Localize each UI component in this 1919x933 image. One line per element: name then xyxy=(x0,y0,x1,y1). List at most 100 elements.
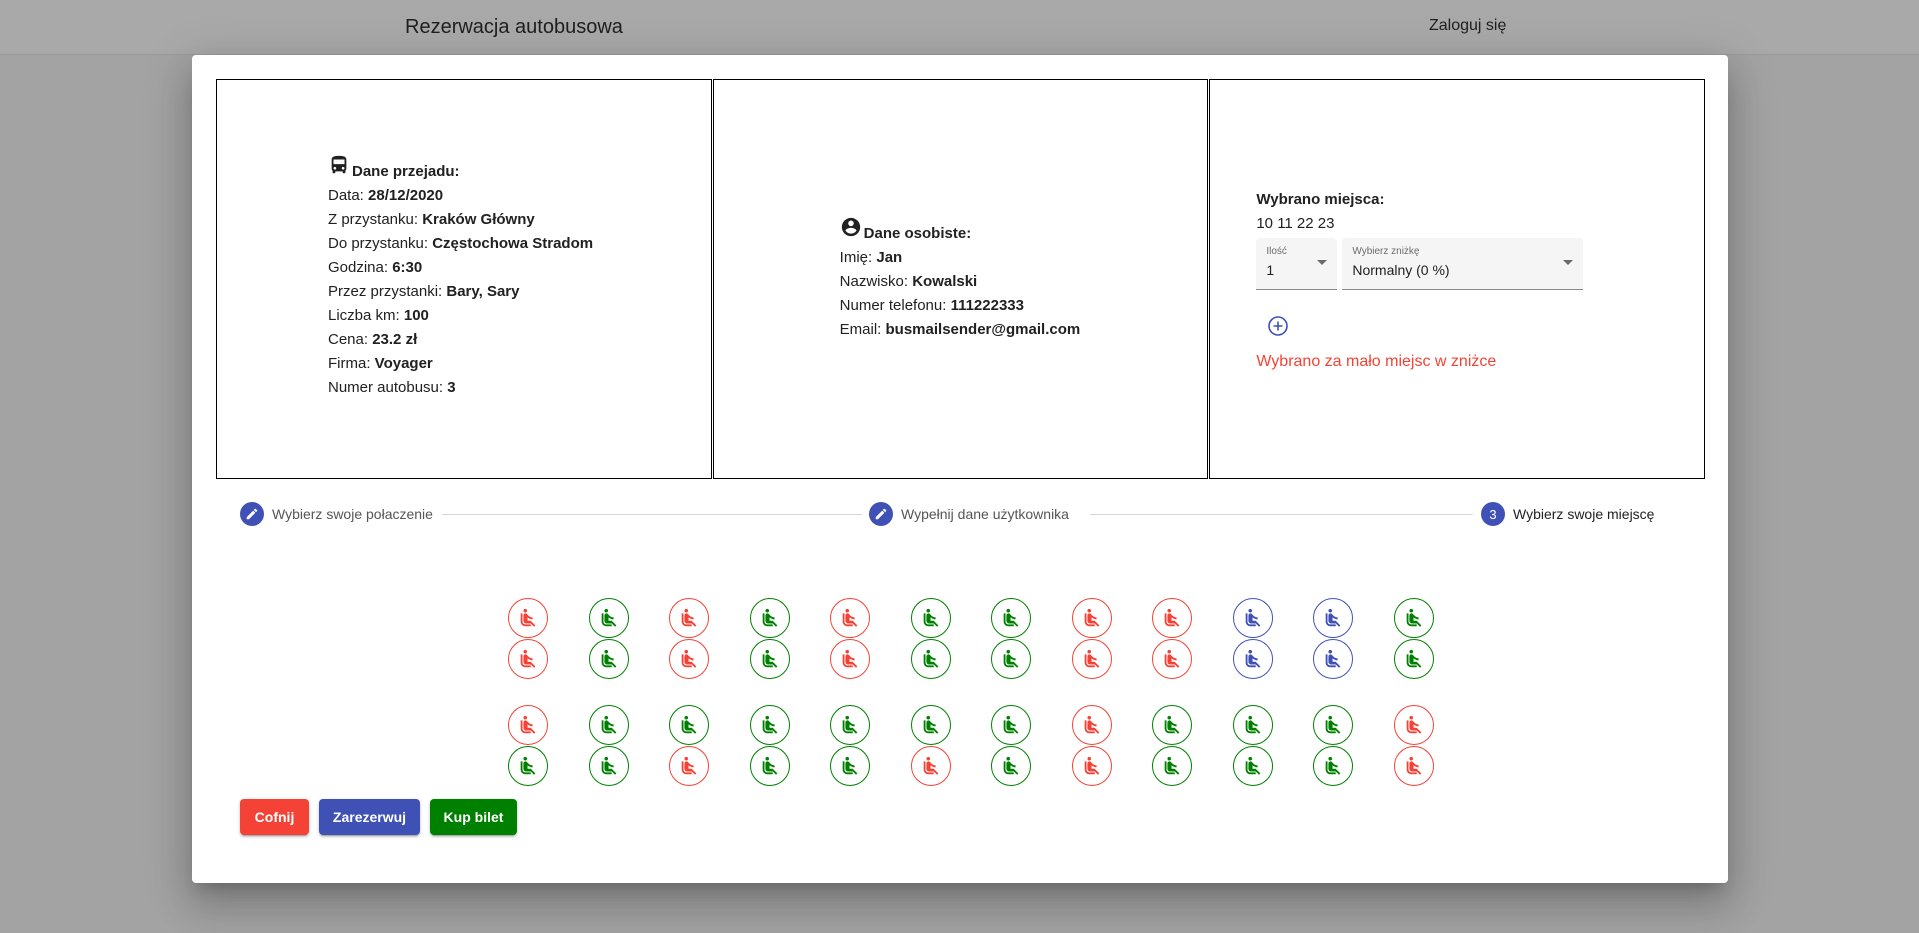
seat-icon xyxy=(1322,648,1344,670)
seat-free[interactable] xyxy=(1313,746,1353,786)
seat-taken[interactable] xyxy=(1071,705,1112,745)
reserve-button[interactable]: Zarezerwuj xyxy=(319,799,420,835)
stepper-connector xyxy=(1090,514,1473,515)
discount-label: Wybierz zniżkę xyxy=(1352,246,1420,257)
seat-free[interactable] xyxy=(910,639,951,679)
trip-row-value: 23.2 zł xyxy=(372,331,418,348)
seat-icon xyxy=(1403,755,1425,777)
seat-free[interactable] xyxy=(1152,746,1192,786)
seat-icon xyxy=(1242,755,1264,777)
seat-free[interactable] xyxy=(508,746,548,786)
seat-free[interactable] xyxy=(1313,705,1353,745)
seat-icon xyxy=(839,607,861,629)
seat-taken[interactable] xyxy=(669,746,709,786)
selected-seats-list: 10 11 22 23 xyxy=(1256,215,1335,232)
seat-taken[interactable] xyxy=(1071,746,1112,786)
seat-free[interactable] xyxy=(991,746,1031,786)
seat-taken[interactable] xyxy=(830,639,870,679)
trip-row: Do przystanku: Częstochowa Stradom xyxy=(328,232,593,256)
seat-icon xyxy=(517,755,539,777)
step-number-badge: 3 xyxy=(1481,502,1505,526)
seat-icon xyxy=(1000,648,1022,670)
seat-free[interactable] xyxy=(830,705,870,745)
seat-icon xyxy=(1081,755,1103,777)
seat-free[interactable] xyxy=(910,705,951,745)
seat-free[interactable] xyxy=(588,639,629,679)
selected-seats-heading: Wybrano miejsca: xyxy=(1256,191,1385,208)
seat-free[interactable] xyxy=(991,639,1031,679)
step-user-data[interactable]: Wypełnij dane użytkownika xyxy=(869,502,1069,526)
seat-free[interactable] xyxy=(588,705,629,745)
seat-selected[interactable] xyxy=(1232,598,1273,638)
seat-icon xyxy=(517,648,539,670)
seat-free[interactable] xyxy=(1232,705,1273,745)
seat-taken[interactable] xyxy=(1152,598,1192,638)
seat-taken[interactable] xyxy=(1071,639,1112,679)
trip-row-label: Godzina: xyxy=(328,259,393,276)
seat-taken[interactable] xyxy=(1152,639,1192,679)
login-link[interactable]: Zaloguj się xyxy=(1429,17,1506,35)
personal-row: Nazwisko: Kowalski xyxy=(840,270,1081,294)
trip-row: Numer autobusu: 3 xyxy=(328,376,593,400)
seat-free[interactable] xyxy=(749,746,790,786)
trip-row: Godzina: 6:30 xyxy=(328,256,593,280)
personal-row-label: Nazwisko: xyxy=(839,273,913,290)
selected-seats-section: Wybrano miejsca: 10 11 22 23 Ilość 1 Wyb… xyxy=(1256,188,1596,370)
trip-row-label: Przez przystanki: xyxy=(328,283,447,300)
seat-free[interactable] xyxy=(991,705,1031,745)
step-connection[interactable]: Wybierz swoje połaczenie xyxy=(240,502,433,526)
seat-free[interactable] xyxy=(749,639,790,679)
seat-icon xyxy=(598,607,620,629)
discount-select[interactable]: Wybierz zniżkę Normalny (0 %) xyxy=(1342,238,1584,290)
seat-selected[interactable] xyxy=(1232,639,1273,679)
seat-free[interactable] xyxy=(991,598,1031,638)
seat-icon xyxy=(1403,648,1425,670)
seat-taken[interactable] xyxy=(508,639,548,679)
quantity-select[interactable]: Ilość 1 xyxy=(1256,238,1338,290)
seat-free[interactable] xyxy=(749,705,790,745)
seat-free[interactable] xyxy=(669,705,709,745)
seat-icon xyxy=(1322,755,1344,777)
seat-taken[interactable] xyxy=(1393,746,1434,786)
trip-row-value: Bary, Sary xyxy=(446,283,520,300)
seat-icon xyxy=(1081,714,1103,736)
seat-taken[interactable] xyxy=(910,746,951,786)
seat-free[interactable] xyxy=(1232,746,1273,786)
seat-free[interactable] xyxy=(910,598,951,638)
seat-taken[interactable] xyxy=(1393,705,1434,745)
seat-free[interactable] xyxy=(830,746,870,786)
seat-taken[interactable] xyxy=(830,598,870,638)
add-discount-button[interactable] xyxy=(1266,314,1290,338)
quantity-value: 1 xyxy=(1266,262,1275,278)
seat-free[interactable] xyxy=(588,598,629,638)
seat-free[interactable] xyxy=(1152,705,1192,745)
seat-free[interactable] xyxy=(749,598,790,638)
seat-taken[interactable] xyxy=(508,705,548,745)
trip-row-label: Data: xyxy=(328,187,369,204)
seat-free[interactable] xyxy=(588,746,629,786)
seat-icon xyxy=(598,648,620,670)
trip-row-value: 3 xyxy=(447,379,456,396)
stepper-connector xyxy=(442,514,862,515)
seat-free[interactable] xyxy=(1393,598,1434,638)
buy-ticket-button[interactable]: Kup bilet xyxy=(430,799,517,835)
trip-row: Cena: 23.2 zł xyxy=(328,328,593,352)
trip-row-label: Numer autobusu: xyxy=(328,379,448,396)
seat-selected[interactable] xyxy=(1313,598,1353,638)
seat-taken[interactable] xyxy=(669,639,709,679)
seat-selected[interactable] xyxy=(1313,639,1353,679)
personal-details: Dane osobiste: Imię: Jan Nazwisko: Kowals… xyxy=(840,216,1081,342)
step-label: Wybierz swoje miejscę xyxy=(1513,506,1655,522)
back-button[interactable]: Cofnij xyxy=(240,799,309,835)
trip-row: Z przystanku: Kraków Główny xyxy=(328,208,593,232)
seat-free[interactable] xyxy=(1393,639,1434,679)
seat-taken[interactable] xyxy=(1071,598,1112,638)
seat-icon xyxy=(920,755,942,777)
seat-taken[interactable] xyxy=(669,598,709,638)
seat-taken[interactable] xyxy=(508,598,548,638)
top-toolbar: Rezerwacja autobusowa Zaloguj się xyxy=(0,0,1919,55)
quantity-label: Ilość xyxy=(1266,246,1287,257)
seat-icon xyxy=(759,648,781,670)
step-seats[interactable]: 3 Wybierz swoje miejscę xyxy=(1481,502,1654,526)
personal-row: Numer telefonu: 111222333 xyxy=(840,294,1081,318)
